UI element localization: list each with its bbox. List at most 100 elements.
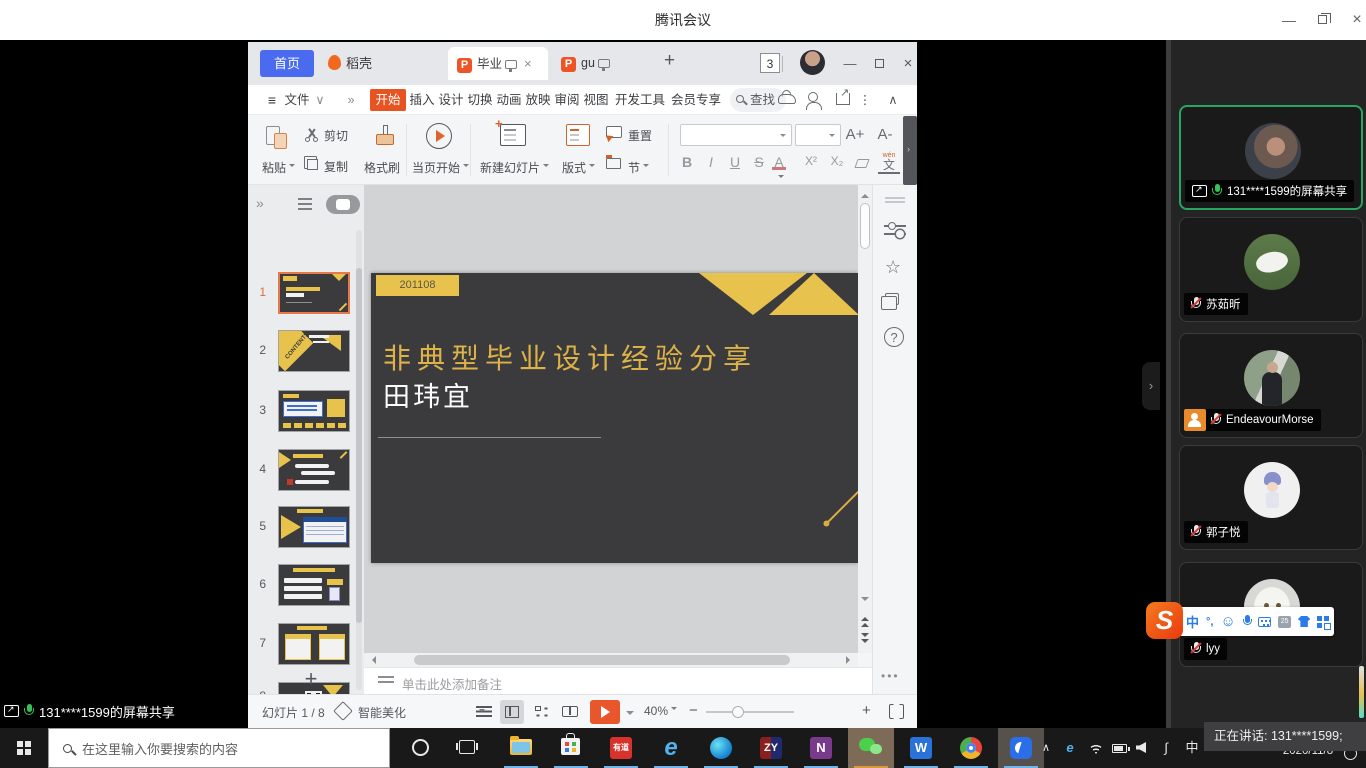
slide-1[interactable]: 201108 非典型毕业设计经验分享 田玮宜 xyxy=(371,273,858,563)
copy-button[interactable]: 复制 xyxy=(324,158,348,175)
menu-view[interactable]: 视图 xyxy=(582,85,610,115)
taskbar-wps[interactable]: W xyxy=(898,728,944,768)
wps-close-button[interactable]: × xyxy=(894,42,917,85)
file-caret-icon[interactable]: ∨ xyxy=(314,85,326,115)
slide-thumbnail-6[interactable] xyxy=(278,564,350,606)
notes-placeholder[interactable]: 单击此处添加备注 xyxy=(402,674,502,693)
sogou-punct-toggle[interactable]: °, xyxy=(1206,616,1213,628)
participant-tile-sharer[interactable]: 131****1599的屏幕共享 xyxy=(1179,105,1363,210)
layout-button[interactable]: 版式 xyxy=(562,159,595,176)
taskbar-store[interactable] xyxy=(548,728,594,768)
slide-thumbnail-2[interactable]: CONTENTS xyxy=(278,330,350,372)
scroll-up-icon[interactable] xyxy=(861,190,869,198)
play-options-caret[interactable] xyxy=(626,711,634,719)
wps-maximize-button[interactable] xyxy=(866,42,894,85)
zoom-in-button[interactable]: + xyxy=(862,702,871,719)
wps-doc-tab-2[interactable]: Pgu xyxy=(552,47,638,80)
vertical-scrollbar[interactable] xyxy=(858,185,872,653)
sogou-toolbox-icon[interactable] xyxy=(1317,616,1328,628)
ribbon-more-icon[interactable]: › xyxy=(907,144,910,154)
sogou-skin-number-icon[interactable]: 25 xyxy=(1278,616,1290,628)
strike-button[interactable]: S xyxy=(748,154,770,170)
minimize-button[interactable]: — xyxy=(1272,0,1306,40)
file-menu[interactable]: 文件 xyxy=(282,85,312,115)
share-icon[interactable] xyxy=(836,93,850,105)
underline-button[interactable]: U xyxy=(724,154,746,170)
taskbar-edge[interactable] xyxy=(698,728,744,768)
sorter-view-button[interactable] xyxy=(530,700,554,724)
volume-icon[interactable] xyxy=(1136,742,1146,753)
help-icon[interactable]: ? xyxy=(884,327,904,347)
properties-icon[interactable] xyxy=(884,223,906,237)
reading-view-button[interactable] xyxy=(558,700,582,724)
new-tab-button[interactable]: + xyxy=(664,50,675,72)
more-tools-icon[interactable]: ••• xyxy=(881,669,900,683)
taskbar-wechat[interactable] xyxy=(848,728,894,768)
sogou-skin-icon[interactable] xyxy=(1298,616,1310,627)
add-slide-button[interactable]: + xyxy=(296,667,326,691)
hscroll-thumb[interactable] xyxy=(414,655,790,665)
menu-slideshow[interactable]: 放映 xyxy=(524,85,552,115)
paste-button[interactable]: 粘贴 xyxy=(262,159,295,176)
taskbar-youdao[interactable]: 有道 xyxy=(598,728,644,768)
clear-format-icon[interactable] xyxy=(854,159,869,168)
italic-button[interactable]: I xyxy=(700,154,722,170)
menu-membership[interactable]: 会员专享 xyxy=(670,85,722,115)
participant-tile[interactable]: 郭子悦 xyxy=(1179,445,1363,550)
close-button[interactable]: × xyxy=(1340,0,1366,40)
menu-animation[interactable]: 动画 xyxy=(495,85,523,115)
ribbon-scroll-strip[interactable]: › xyxy=(903,116,917,185)
scroll-left-icon[interactable] xyxy=(368,656,376,664)
taskbar-onenote[interactable]: N xyxy=(798,728,844,768)
sogou-voice-icon[interactable] xyxy=(1243,615,1251,628)
taskbar-chrome[interactable] xyxy=(948,728,994,768)
sogou-logo[interactable]: S xyxy=(1146,602,1183,639)
overflow-menus-icon[interactable]: » xyxy=(344,85,358,115)
taskbar-zy[interactable]: ZY xyxy=(748,728,794,768)
tray-edge-icon[interactable]: e xyxy=(1060,728,1080,768)
zoom-knob[interactable] xyxy=(732,706,744,718)
wifi-icon[interactable] xyxy=(1088,743,1104,754)
menu-transition[interactable]: 切换 xyxy=(466,85,494,115)
menu-start[interactable]: 开始 xyxy=(370,89,406,111)
subscript-button[interactable]: X₂ xyxy=(826,154,848,168)
tray-language-indicator[interactable]: 中 xyxy=(1182,728,1202,768)
outline-view-icon[interactable] xyxy=(298,198,312,210)
expand-panel-icon[interactable]: » xyxy=(256,195,264,211)
reset-button[interactable]: 重置 xyxy=(628,127,652,144)
more-vertical-icon[interactable]: ⋮ xyxy=(858,85,872,115)
pinyin-guide-button[interactable]: wén文 xyxy=(878,152,900,174)
font-size-combo[interactable] xyxy=(795,124,841,146)
slide-thumbnail-7[interactable] xyxy=(278,623,350,665)
horizontal-scrollbar[interactable] xyxy=(364,653,858,667)
section-button[interactable]: 节 xyxy=(628,159,649,176)
panel-scrollbar[interactable] xyxy=(356,230,362,690)
cloud-sync-icon[interactable] xyxy=(778,94,796,104)
add-collaborator-icon[interactable] xyxy=(808,92,818,102)
switch-windows-icon[interactable] xyxy=(885,293,899,305)
tab-close-icon[interactable]: × xyxy=(524,47,532,80)
menu-review[interactable]: 审阅 xyxy=(553,85,581,115)
notes-bar[interactable]: 单击此处添加备注 xyxy=(364,667,872,694)
scroll-down-icon[interactable] xyxy=(861,597,869,605)
slide-thumbnail-3[interactable] xyxy=(278,390,350,432)
collapse-ribbon-icon[interactable]: ∧ xyxy=(886,85,900,115)
battery-icon[interactable] xyxy=(1112,744,1127,753)
zoom-slider[interactable] xyxy=(706,711,794,713)
grow-font-button[interactable]: A+ xyxy=(844,126,866,143)
shrink-font-button[interactable]: A- xyxy=(874,126,896,143)
normal-view-button[interactable] xyxy=(500,700,524,724)
cut-button[interactable]: 剪切 xyxy=(324,127,348,144)
superscript-button[interactable]: X² xyxy=(800,154,822,168)
wps-home-tab[interactable]: 首页 xyxy=(260,50,314,77)
zoom-level[interactable]: 40% xyxy=(644,704,677,718)
participant-tile[interactable]: EndeavourMorse xyxy=(1179,333,1363,438)
smart-beautify-button[interactable]: 智能美化 xyxy=(358,704,406,721)
vscroll-thumb[interactable] xyxy=(860,203,870,249)
window-count-badge[interactable]: 3 xyxy=(760,53,780,73)
sogou-emoji-button[interactable]: ☺ xyxy=(1220,613,1235,630)
start-button[interactable] xyxy=(0,728,48,768)
beautify-star-icon[interactable]: ☆ xyxy=(885,257,905,277)
hamburger-icon[interactable]: ≡ xyxy=(264,85,280,115)
taskbar-search[interactable]: 在这里输入你要搜索的内容 xyxy=(48,728,390,768)
